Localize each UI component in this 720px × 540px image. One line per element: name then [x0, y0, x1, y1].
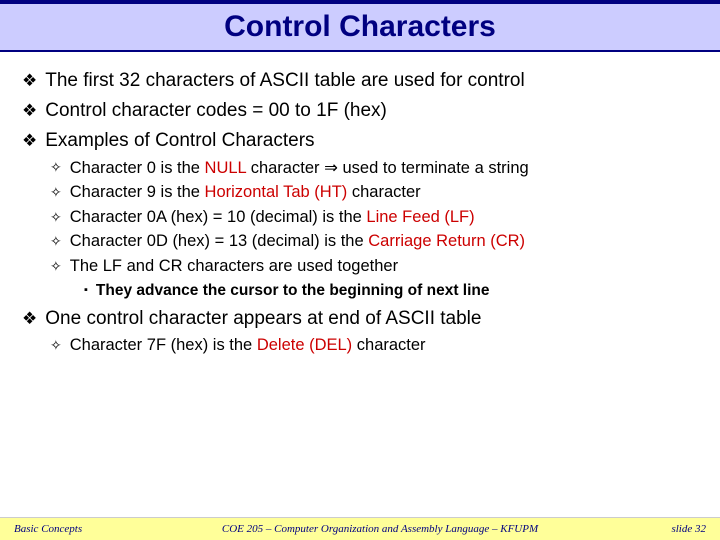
slide-footer: Basic Concepts COE 205 – Computer Organi… [0, 517, 720, 540]
hollow-diamond-icon: ✧ [50, 183, 62, 203]
bullet-text: Character 0A (hex) = 10 (decimal) is the… [70, 208, 475, 227]
title-bar: Control Characters [0, 0, 720, 52]
sub-bullet-item: ✧ Character 0A (hex) = 10 (decimal) is t… [50, 208, 698, 228]
diamond-icon: ❖ [22, 70, 37, 92]
highlight-text: Carriage Return (CR) [368, 232, 525, 250]
highlight-text: NULL [205, 159, 247, 177]
bullet-text: Character 0D (hex) = 13 (decimal) is the… [70, 232, 525, 251]
bullet-text: Examples of Control Characters [45, 130, 314, 152]
bullet-item: ❖ One control character appears at end o… [22, 308, 698, 330]
bullet-text: Character 7F (hex) is the Delete (DEL) c… [70, 336, 426, 355]
arrow-icon: ⇒ [324, 159, 338, 177]
highlight-text: Line Feed (LF) [366, 208, 474, 226]
hollow-diamond-icon: ✧ [50, 336, 62, 356]
bullet-item: ❖ Control character codes = 00 to 1F (he… [22, 100, 698, 122]
sub-bullet-item: ✧ The LF and CR characters are used toge… [50, 257, 698, 277]
footer-right: slide 32 [626, 523, 706, 535]
sub-bullet-item: ✧ Character 7F (hex) is the Delete (DEL)… [50, 336, 698, 356]
square-icon: ▪ [84, 282, 88, 300]
bullet-text: Character 9 is the Horizontal Tab (HT) c… [70, 183, 421, 202]
footer-left: Basic Concepts [14, 523, 134, 535]
bullet-item: ❖ The first 32 characters of ASCII table… [22, 70, 698, 92]
highlight-text: Horizontal Tab (HT) [205, 183, 348, 201]
title-inner: Control Characters [0, 4, 720, 50]
footer-center: COE 205 – Computer Organization and Asse… [134, 523, 626, 535]
highlight-text: Delete (DEL) [257, 336, 352, 354]
bullet-item: ❖ Examples of Control Characters [22, 130, 698, 152]
bullet-text: They advance the cursor to the beginning… [96, 282, 490, 300]
bullet-text: The LF and CR characters are used togeth… [70, 257, 398, 276]
sub-bullet-item: ✧ Character 0D (hex) = 13 (decimal) is t… [50, 232, 698, 252]
sub-sub-bullet-item: ▪ They advance the cursor to the beginni… [84, 282, 698, 300]
hollow-diamond-icon: ✧ [50, 158, 62, 178]
hollow-diamond-icon: ✧ [50, 232, 62, 252]
bullet-text: The first 32 characters of ASCII table a… [45, 70, 524, 92]
slide-title: Control Characters [0, 10, 720, 44]
slide-content: ❖ The first 32 characters of ASCII table… [0, 52, 720, 355]
sub-bullet-item: ✧ Character 0 is the NULL character ⇒ us… [50, 158, 698, 178]
diamond-icon: ❖ [22, 130, 37, 152]
bullet-text: Character 0 is the NULL character ⇒ used… [70, 158, 529, 178]
sub-bullet-item: ✧ Character 9 is the Horizontal Tab (HT)… [50, 183, 698, 203]
diamond-icon: ❖ [22, 100, 37, 122]
bullet-text: One control character appears at end of … [45, 308, 481, 330]
hollow-diamond-icon: ✧ [50, 208, 62, 228]
bullet-text: Control character codes = 00 to 1F (hex) [45, 100, 387, 122]
diamond-icon: ❖ [22, 308, 37, 330]
hollow-diamond-icon: ✧ [50, 257, 62, 277]
